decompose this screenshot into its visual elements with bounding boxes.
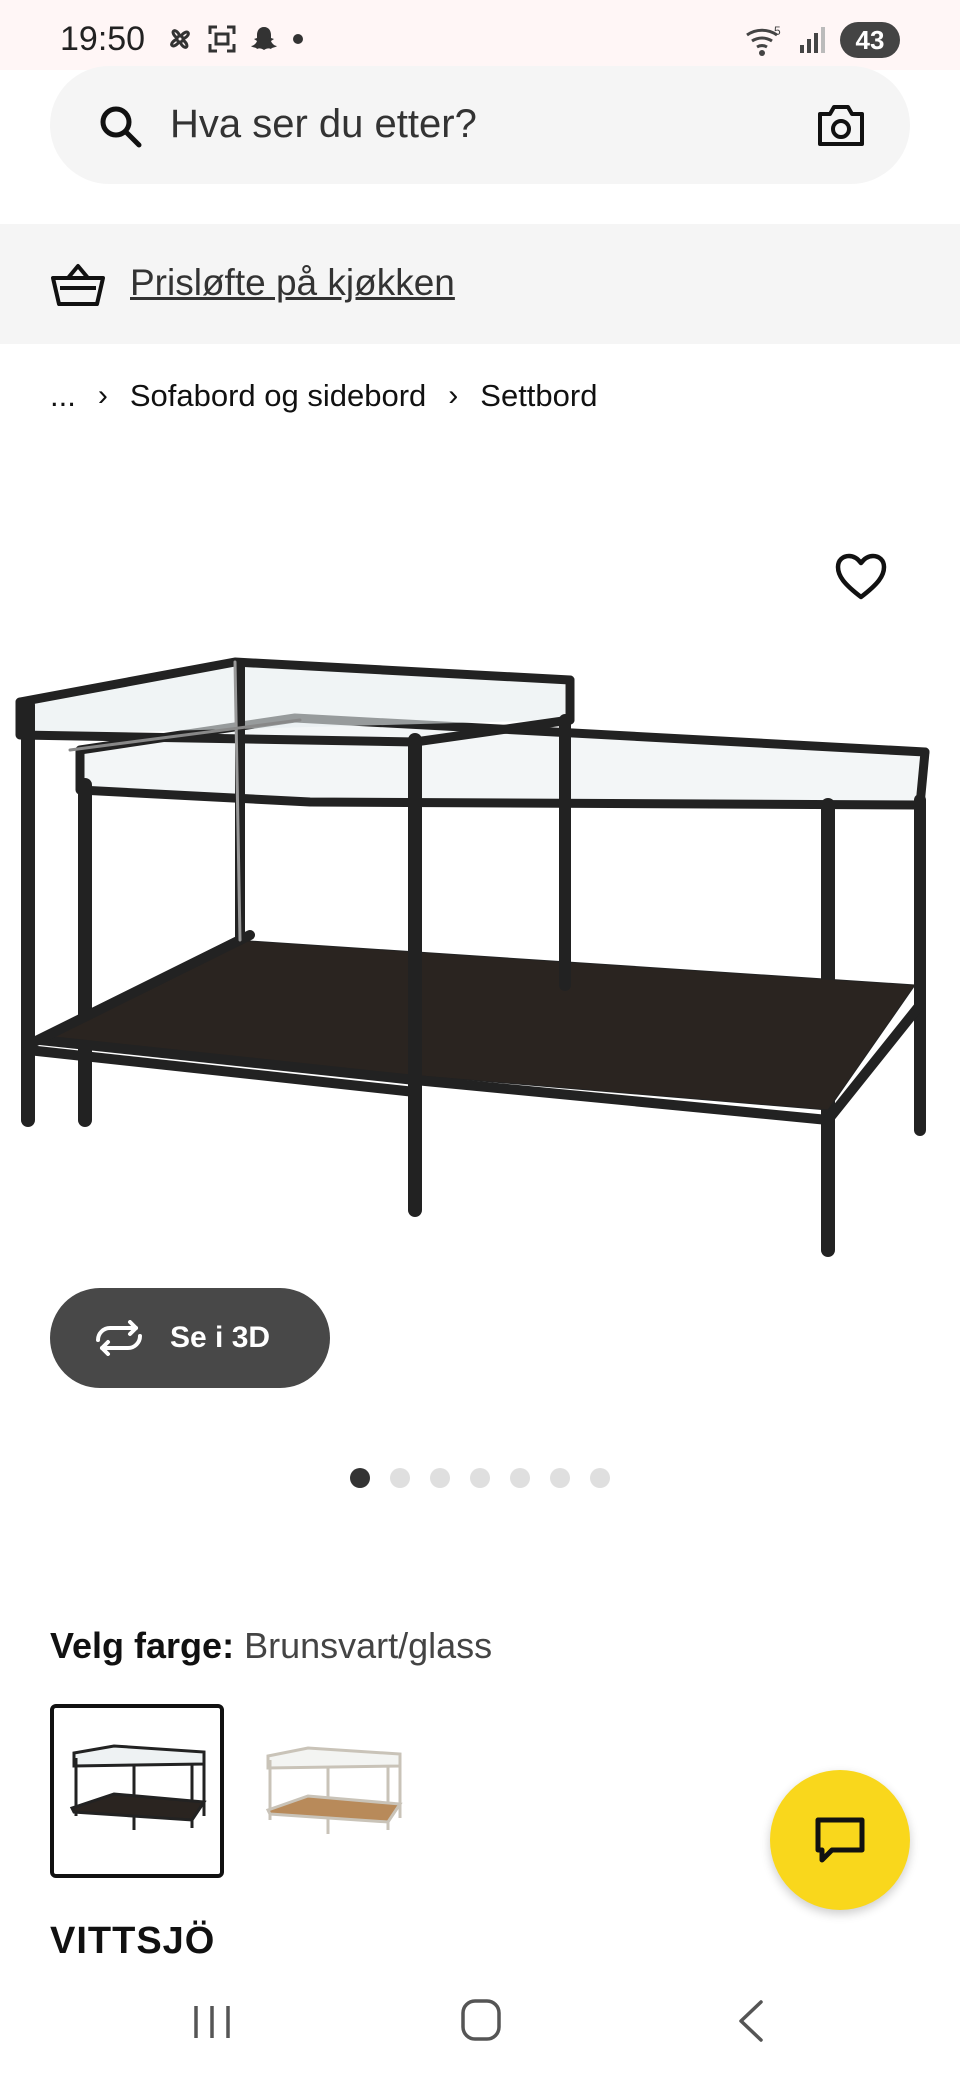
product-image[interactable] [10,640,950,1280]
screenshot-icon [208,25,236,53]
snapchat-icon [251,27,277,50]
breadcrumb-separator: › [448,379,459,412]
gallery-dot[interactable] [470,1468,490,1488]
swatch-thumbnail [265,1746,403,1834]
promo-banner[interactable]: Prisløfte på kjøkken [0,224,960,344]
view-3d-button[interactable]: Se i 3D [50,1288,330,1388]
search-icon[interactable] [96,102,144,150]
breadcrumb-item-settbord[interactable]: Settbord [480,378,597,414]
color-value: Brunsvart/glass [244,1625,493,1666]
gallery-dot[interactable] [510,1468,530,1488]
chat-button[interactable] [770,1770,910,1910]
system-nav-bar [0,1960,960,2080]
back-icon[interactable] [735,1998,765,2044]
swatch-thumbnail [69,1744,207,1830]
gallery-dot[interactable] [390,1468,410,1488]
wifi-icon: 5 [746,24,781,56]
gallery-dot[interactable] [550,1468,570,1488]
breadcrumb-ellipsis[interactable]: ... [50,378,76,414]
home-icon[interactable] [460,1998,502,2042]
color-swatch-white[interactable] [250,1704,424,1878]
color-selection: Velg farge: Brunsvart/glass [50,1625,492,1667]
page: 19:50 5 43 Prisløfte på kjøkken ... › So… [0,0,960,2080]
rotate-icon [96,1320,142,1356]
gallery-dot[interactable] [590,1468,610,1488]
view-3d-label: Se i 3D [170,1321,271,1354]
battery-indicator: 43 [840,22,900,58]
signal-icon [800,27,825,53]
camera-icon[interactable] [816,102,866,148]
basket-icon [51,264,105,306]
gallery-dot[interactable] [350,1468,370,1488]
search-input[interactable] [170,96,730,152]
breadcrumb: ... › Sofabord og sidebord › Settbord [50,378,597,414]
system-icons: 5 43 [744,22,900,58]
recents-icon[interactable] [190,2002,234,2042]
breadcrumb-separator: › [97,379,108,412]
dot-icon [293,34,303,44]
promo-link[interactable]: Prisløfte på kjøkken [130,262,455,304]
fan-icon [170,29,190,49]
status-bar: 19:50 5 43 [0,0,960,70]
notification-icons [165,24,305,54]
color-swatch-brunsvart[interactable] [50,1704,224,1878]
status-time: 19:50 [60,20,146,58]
chat-icon [815,1817,865,1863]
search-bar[interactable] [50,66,910,184]
gallery-pagination [350,1468,610,1488]
gallery-dot[interactable] [430,1468,450,1488]
product-name: VITTSJÖ [50,1920,216,1962]
color-label: Velg farge: [50,1625,235,1666]
svg-text:5: 5 [774,24,781,38]
heart-icon[interactable] [834,552,888,602]
breadcrumb-item-sofabord[interactable]: Sofabord og sidebord [130,378,426,414]
